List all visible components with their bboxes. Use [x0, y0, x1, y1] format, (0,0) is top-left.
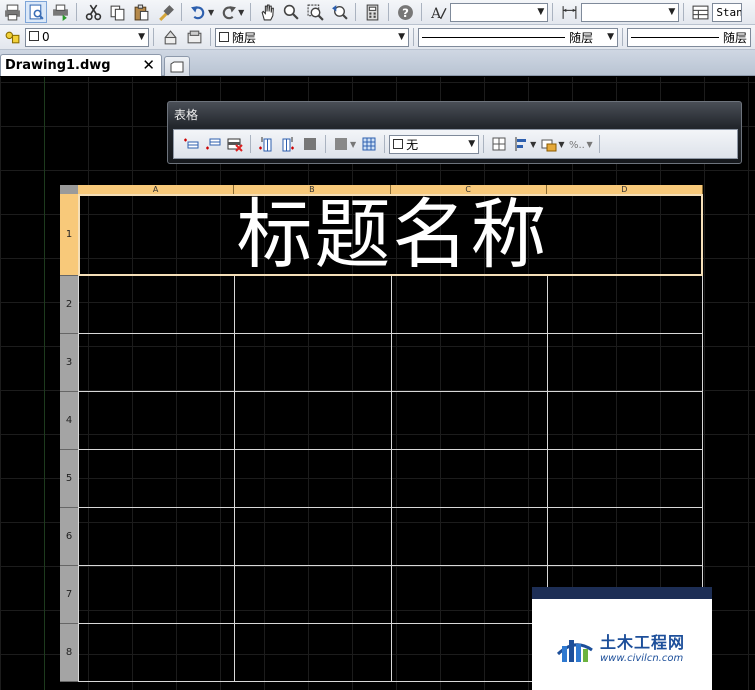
border-swatch	[393, 138, 404, 149]
table-style-icon[interactable]	[689, 1, 711, 23]
svg-text:?: ?	[402, 5, 409, 19]
insert-column-right-icon[interactable]	[278, 134, 298, 154]
zoom-realtime-icon[interactable]	[280, 1, 302, 23]
layers-toolbar: 0 ▼ 随层 ▼ 随层 ▼ 随层	[0, 25, 755, 50]
column-divider	[78, 276, 79, 682]
chevron-down-icon: ▼	[607, 32, 614, 42]
new-document-icon	[170, 61, 184, 72]
zoom-window-icon[interactable]	[304, 1, 326, 23]
redo-dropdown-icon[interactable]: ▼	[238, 8, 244, 17]
standard-toolbar: ▼ ▼ ? A ▼ ▼ Stan	[0, 0, 755, 25]
chevron-down-icon: ▼	[138, 32, 145, 42]
text-style-combo[interactable]: ▼	[450, 2, 549, 22]
zoom-previous-icon[interactable]	[328, 1, 350, 23]
table-title-text: 标题名称	[236, 190, 549, 279]
site-watermark: 土木工程网 www.civilcn.com	[532, 587, 712, 690]
watermark-url: www.civilcn.com	[600, 653, 684, 664]
svg-text:%..: %..	[569, 140, 585, 151]
paste-icon[interactable]	[130, 1, 152, 23]
table-style-combo[interactable]: Stan	[712, 2, 743, 22]
linetype-combo[interactable]: 随层 ▼	[418, 27, 618, 47]
row-header-6[interactable]: 6	[60, 508, 78, 566]
color-combo[interactable]: 随层 ▼	[215, 27, 409, 47]
layer-state-icon[interactable]	[1, 26, 23, 48]
help-icon[interactable]: ?	[394, 1, 416, 23]
chevron-down-icon: ▼	[468, 139, 476, 149]
insert-row-below-icon[interactable]	[203, 134, 223, 154]
undo-dropdown-icon[interactable]: ▼	[208, 8, 214, 17]
civilcn-logo-icon	[556, 639, 593, 662]
insert-column-left-icon[interactable]	[256, 134, 276, 154]
table-toolbar-buttons: ▼ 无 ▼ ▼ ▼ %.. ▼	[173, 129, 738, 159]
layer-combo[interactable]: 0 ▼	[25, 27, 149, 47]
delete-row-icon[interactable]	[225, 134, 245, 154]
delete-column-icon[interactable]	[300, 134, 320, 154]
text-style-icon[interactable]: A	[427, 1, 449, 23]
alignment-icon[interactable]	[511, 134, 531, 154]
locking-dropdown-icon[interactable]: ▼	[558, 140, 564, 149]
layer-previous-icon[interactable]	[183, 26, 205, 48]
cell-borders-icon[interactable]	[489, 134, 509, 154]
chevron-down-icon: ▼	[537, 7, 545, 17]
layer-make-current-icon[interactable]	[159, 26, 181, 48]
publish-icon[interactable]	[49, 1, 71, 23]
copy-icon[interactable]	[106, 1, 128, 23]
calculator-icon[interactable]	[361, 1, 383, 23]
column-divider	[390, 276, 392, 682]
new-tab-button[interactable]	[164, 56, 190, 76]
linetype-sample	[422, 36, 566, 38]
cut-icon[interactable]	[82, 1, 104, 23]
unmerge-cells-icon[interactable]	[359, 134, 379, 154]
merge-cells-icon[interactable]	[331, 134, 351, 154]
table-title-cell[interactable]: 标题名称	[78, 190, 703, 279]
row-header-8[interactable]: 8	[60, 624, 78, 682]
document-tab-bar: Drawing1.dwg ✕	[0, 50, 755, 76]
row-header-5[interactable]: 5	[60, 450, 78, 508]
undo-icon[interactable]	[187, 1, 209, 23]
close-icon[interactable]: ✕	[142, 56, 155, 74]
y-axis-line	[44, 77, 45, 690]
data-format-dropdown-icon[interactable]: ▼	[586, 140, 592, 149]
table-corner-selector[interactable]	[60, 185, 78, 194]
row-header-3[interactable]: 3	[60, 334, 78, 392]
svg-text:A: A	[430, 5, 442, 20]
row-header-1[interactable]: 1	[60, 194, 78, 276]
column-divider	[234, 276, 236, 682]
alignment-dropdown-icon[interactable]: ▼	[530, 140, 536, 149]
lineweight-combo[interactable]: 随层	[627, 27, 751, 47]
merge-dropdown-icon[interactable]: ▼	[350, 140, 356, 149]
layer-color-swatch	[29, 31, 39, 41]
redo-icon[interactable]	[217, 1, 239, 23]
dim-style-icon[interactable]	[558, 1, 580, 23]
table-toolbar: 表格 ▼ 无 ▼ ▼ ▼ %.. ▼	[167, 101, 742, 164]
cell-border-combo[interactable]: 无 ▼	[389, 134, 480, 154]
row-header-7[interactable]: 7	[60, 566, 78, 624]
tab-drawing1[interactable]: Drawing1.dwg ✕	[0, 54, 162, 76]
pan-icon[interactable]	[256, 1, 278, 23]
match-properties-icon[interactable]	[154, 1, 176, 23]
color-swatch	[219, 31, 229, 42]
row-header-4[interactable]: 4	[60, 392, 78, 450]
row-header-2[interactable]: 2	[60, 276, 78, 334]
chevron-down-icon: ▼	[668, 7, 676, 17]
dim-style-combo[interactable]: ▼	[581, 2, 680, 22]
chevron-down-icon: ▼	[398, 32, 405, 42]
data-format-icon[interactable]: %..	[567, 134, 587, 154]
table-toolbar-title: 表格	[174, 108, 199, 122]
watermark-name: 土木工程网	[600, 633, 686, 652]
print-icon[interactable]	[1, 1, 23, 23]
cell-locking-icon[interactable]	[539, 134, 559, 154]
print-preview-icon[interactable]	[25, 1, 47, 23]
insert-row-above-icon[interactable]	[181, 134, 201, 154]
lineweight-sample	[631, 36, 719, 38]
